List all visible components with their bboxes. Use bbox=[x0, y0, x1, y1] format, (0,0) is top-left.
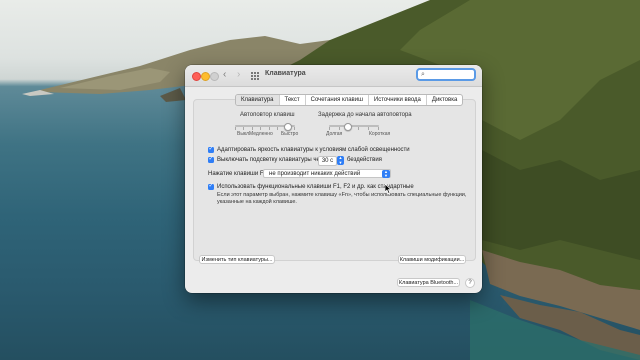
minimize-button[interactable] bbox=[201, 72, 210, 81]
zoom-button[interactable] bbox=[210, 72, 219, 81]
modifier-keys-button[interactable]: Клавиши модификации... bbox=[398, 255, 466, 264]
change-keyboard-type-button[interactable]: Изменить тип клавиатуры... bbox=[199, 255, 275, 264]
search-field[interactable]: ⌕ bbox=[416, 68, 476, 81]
mouse-cursor-icon bbox=[385, 184, 392, 194]
tab-keyboard[interactable]: Клавиатура bbox=[236, 95, 279, 105]
settings-panel bbox=[193, 99, 476, 261]
repeat-delay-label: Задержка до начала автоповтора bbox=[318, 112, 412, 118]
backlight-timeout-value[interactable]: 30 с bbox=[318, 156, 337, 166]
tab-dictation[interactable]: Диктовка bbox=[425, 95, 462, 105]
key-repeat-fast-label: Быстро bbox=[281, 131, 299, 137]
search-icon: ⌕ bbox=[421, 71, 425, 78]
show-all-grid-icon[interactable] bbox=[251, 72, 259, 80]
fn-key-select[interactable]: не производит никаких действий ▲ ▼ bbox=[263, 169, 391, 178]
window-title: Клавиатура bbox=[265, 70, 306, 77]
bluetooth-keyboard-button[interactable]: Клавиатура Bluetooth... bbox=[397, 278, 460, 287]
keyboard-preferences-window: ‹ › Клавиатура ⌕ Клавиатура Текст Сочета… bbox=[185, 65, 482, 293]
close-button[interactable] bbox=[192, 72, 201, 81]
adjust-brightness-label: Адаптировать яркость клавиатуры к услови… bbox=[217, 147, 410, 153]
chevron-updown-icon: ▲ ▼ bbox=[382, 169, 390, 178]
back-arrow-icon[interactable]: ‹ bbox=[223, 70, 226, 80]
key-repeat-slider-knob[interactable] bbox=[283, 123, 292, 131]
tab-bar: Клавиатура Текст Сочетания клавиш Источн… bbox=[235, 94, 464, 106]
tab-text[interactable]: Текст bbox=[278, 95, 305, 105]
function-keys-checkbox[interactable] bbox=[208, 182, 214, 190]
repeat-delay-long-label: Долгая bbox=[326, 131, 343, 137]
backlight-timeout-stepper[interactable]: ▲ ▼ bbox=[337, 155, 344, 165]
search-input[interactable] bbox=[429, 71, 473, 79]
tab-input-sources[interactable]: Источники ввода bbox=[367, 95, 426, 105]
repeat-delay-short-label: Короткая bbox=[369, 131, 391, 137]
tab-shortcuts[interactable]: Сочетания клавиш bbox=[304, 95, 368, 105]
backlight-off-label: Выключать подсветку клавиатуры через bbox=[217, 157, 330, 163]
fn-key-label: Нажатие клавиши Fn bbox=[208, 171, 267, 177]
key-repeat-slow-label: Медленно bbox=[249, 131, 273, 137]
repeat-delay-ticks bbox=[329, 127, 379, 130]
adjust-brightness-checkbox[interactable] bbox=[208, 145, 214, 153]
forward-arrow-icon[interactable]: › bbox=[237, 70, 240, 80]
key-repeat-label: Автоповтор клавиш bbox=[240, 112, 295, 118]
function-keys-note-line2: указанные на каждой клавише. bbox=[217, 199, 297, 205]
fn-key-select-value: не производит никаких действий bbox=[269, 171, 361, 177]
backlight-off-suffix: бездействия bbox=[347, 157, 382, 163]
function-keys-note-line1: Если этот параметр выбран, нажмите клави… bbox=[217, 192, 467, 198]
repeat-delay-slider-knob[interactable] bbox=[343, 123, 352, 131]
help-button[interactable]: ? bbox=[465, 278, 475, 288]
backlight-off-checkbox[interactable] bbox=[208, 155, 214, 163]
title-bar: ‹ › Клавиатура ⌕ bbox=[185, 65, 482, 87]
